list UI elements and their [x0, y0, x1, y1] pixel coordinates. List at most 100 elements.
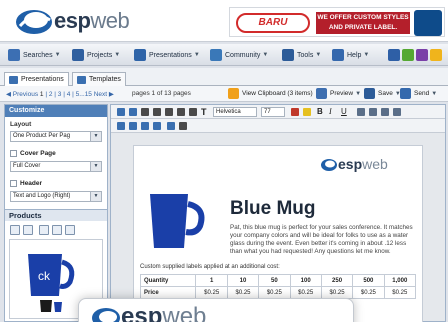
- list-view-icon[interactable]: [52, 225, 62, 235]
- redo-icon[interactable]: [129, 108, 137, 116]
- move-down-icon[interactable]: [23, 225, 33, 235]
- checkbox-box[interactable]: [10, 180, 17, 187]
- checkbox-box[interactable]: [10, 150, 17, 157]
- shape-icon[interactable]: [189, 108, 197, 116]
- wrench-icon: [282, 49, 294, 61]
- crop-icon[interactable]: [141, 108, 149, 116]
- esp-web-logo[interactable]: espweb: [14, 6, 144, 36]
- bullet-list-icon[interactable]: [141, 122, 149, 130]
- table-row: Price $0.25 $0.25 $0.25 $0.25 $0.25 $0.2…: [139, 286, 417, 299]
- grid-view-icon[interactable]: [65, 225, 75, 235]
- align-center-icon[interactable]: [369, 108, 377, 116]
- menu-projects[interactable]: Projects ▼: [72, 48, 120, 62]
- clipboard-icon: [228, 88, 239, 99]
- product-title[interactable]: Blue Mug: [230, 198, 316, 220]
- logo-main: esp: [54, 8, 91, 33]
- text-color-icon[interactable]: [291, 108, 299, 116]
- highlight-icon[interactable]: [303, 108, 311, 116]
- template-tab-icon: [77, 75, 86, 84]
- undo-icon[interactable]: [117, 108, 125, 116]
- table-cell: $0.25: [320, 286, 354, 299]
- page-link-1[interactable]: 1: [40, 91, 44, 98]
- text-tool-icon[interactable]: T: [201, 107, 207, 117]
- header-checkbox[interactable]: Header: [10, 180, 42, 187]
- page-link-3[interactable]: 3: [58, 91, 62, 98]
- send-button[interactable]: Send ▼: [400, 88, 437, 99]
- menu-help[interactable]: Help ▼: [332, 48, 369, 62]
- bold-button[interactable]: B: [317, 107, 323, 116]
- header-select[interactable]: Text and Logo (Right) ▼: [10, 191, 102, 202]
- chevron-down-icon: ▼: [193, 52, 200, 58]
- underline-button[interactable]: U: [341, 107, 347, 116]
- swoosh-icon: [321, 159, 337, 172]
- paste-icon[interactable]: [177, 108, 185, 116]
- move-up-icon[interactable]: [10, 225, 20, 235]
- sun-icon[interactable]: [430, 49, 442, 61]
- chevron-down-icon: ▼: [262, 52, 269, 58]
- green-app-icon[interactable]: [402, 49, 414, 61]
- chevron-down-icon: ▼: [114, 52, 121, 58]
- page-link-2[interactable]: 2: [49, 91, 53, 98]
- purple-app-icon[interactable]: [416, 49, 428, 61]
- align-left-icon[interactable]: [357, 108, 365, 116]
- table-cell: 50: [258, 274, 291, 287]
- chevron-down-icon[interactable]: ▼: [90, 192, 101, 201]
- print-icon[interactable]: [179, 122, 187, 130]
- align-right-icon[interactable]: [381, 108, 389, 116]
- numbered-list-icon[interactable]: [153, 122, 161, 130]
- layout-select[interactable]: One Product Per Pag ▼: [10, 131, 102, 142]
- swoosh-icon: [92, 307, 120, 322]
- logo-suffix: web: [90, 8, 130, 33]
- font-size-select[interactable]: 77: [261, 107, 285, 117]
- chevron-down-icon: ▼: [431, 90, 438, 97]
- italic-button[interactable]: I: [329, 107, 332, 116]
- table-cell: 250: [320, 274, 354, 287]
- next-link[interactable]: Next ▶: [94, 91, 114, 98]
- customize-panel: Customize Layout One Product Per Pag ▼ C…: [4, 104, 108, 322]
- page-link-4[interactable]: 4: [67, 91, 71, 98]
- table-cell: $0.25: [383, 286, 417, 299]
- cover-select[interactable]: Full Cover ▼: [10, 161, 102, 172]
- ad-banner[interactable]: BARU WE OFFER CUSTOM STYLES AND PRIVATE …: [229, 7, 445, 37]
- chevron-down-icon[interactable]: ▼: [90, 162, 101, 171]
- preview-label: Preview: [330, 90, 354, 97]
- product-description[interactable]: Pat, this blue mug is perfect for your s…: [230, 224, 416, 256]
- search-icon: [8, 49, 20, 61]
- chevron-down-icon[interactable]: ▼: [90, 132, 101, 141]
- cover-page-checkbox[interactable]: Cover Page: [10, 150, 56, 157]
- tab-presentations[interactable]: Presentations: [4, 72, 69, 86]
- outdent-icon[interactable]: [129, 122, 137, 130]
- send-label: Send: [414, 90, 430, 97]
- menu-tools[interactable]: Tools ▼: [282, 48, 321, 62]
- page-logo: espweb: [320, 156, 388, 172]
- view-clipboard-button[interactable]: View Clipboard (3 items) ▼: [228, 88, 321, 99]
- settings-icon[interactable]: [388, 49, 400, 61]
- chevron-down-icon: ▼: [363, 52, 370, 58]
- mug-image: [150, 194, 205, 248]
- tab-templates[interactable]: Templates: [72, 72, 126, 86]
- menu-searches[interactable]: Searches ▼: [8, 48, 61, 62]
- cut-icon[interactable]: [153, 108, 161, 116]
- app-header: espweb BARU WE OFFER CUSTOM STYLES AND P…: [0, 0, 448, 42]
- save-button[interactable]: Save ▼: [364, 88, 401, 99]
- page-link-5-15[interactable]: 5...15: [76, 91, 92, 98]
- font-size-value: 77: [264, 109, 271, 115]
- menu-community[interactable]: Community ▼: [210, 48, 268, 62]
- thumb-text: ck: [38, 269, 51, 283]
- image-icon[interactable]: [167, 122, 175, 130]
- send-icon: [400, 88, 411, 99]
- copy-icon[interactable]: [165, 108, 173, 116]
- cover-label: Cover Page: [20, 150, 56, 157]
- previous-link[interactable]: ◀ Previous: [6, 91, 38, 98]
- table-cell: $0.25: [289, 286, 322, 299]
- page-logo-main: esp: [338, 156, 363, 172]
- delete-icon[interactable]: [39, 225, 49, 235]
- indent-icon[interactable]: [117, 122, 125, 130]
- products-header: Products: [5, 209, 107, 221]
- folder-icon: [72, 49, 84, 61]
- justify-icon[interactable]: [393, 108, 401, 116]
- menu-presentations[interactable]: Presentations ▼: [134, 48, 200, 62]
- preview-button[interactable]: Preview ▼: [316, 88, 361, 99]
- font-select[interactable]: Helvetica: [213, 107, 257, 117]
- chevron-down-icon: ▼: [355, 90, 362, 97]
